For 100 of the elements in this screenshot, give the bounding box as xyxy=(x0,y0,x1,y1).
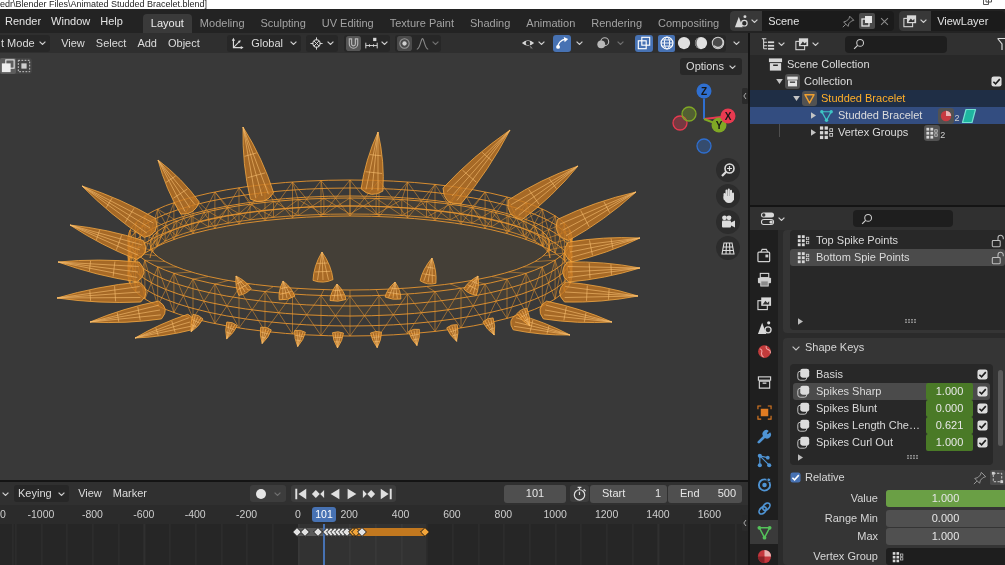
shading-mode-button[interactable] xyxy=(675,34,692,52)
editor-type-dropdown[interactable] xyxy=(758,210,787,227)
filter-icon[interactable] xyxy=(997,37,1005,51)
disclosure-triangle-icon[interactable] xyxy=(792,96,800,101)
search-field[interactable] xyxy=(853,210,953,227)
keyframe-icon[interactable] xyxy=(357,527,367,537)
vertex-group-icon[interactable] xyxy=(924,124,941,141)
shape-key-name[interactable]: Spikes Length Che… xyxy=(816,418,920,433)
keyframe-icon[interactable] xyxy=(292,527,302,537)
current-frame-indicator[interactable]: 101 xyxy=(312,507,336,522)
resize-grip-icon[interactable] xyxy=(905,319,916,323)
checkbox[interactable] xyxy=(790,472,801,483)
square-vertices-icon[interactable] xyxy=(990,470,1005,485)
shape-key-name[interactable]: Spikes Blunt xyxy=(816,401,878,416)
keyframe-icon[interactable] xyxy=(313,527,323,537)
disclosure-triangle-icon[interactable] xyxy=(810,112,816,119)
axis-handle[interactable] xyxy=(720,108,736,124)
outliner-item[interactable]: Studded Bracelet xyxy=(838,108,923,123)
panel-collapse-icon[interactable] xyxy=(792,345,800,351)
shading-mode-button[interactable] xyxy=(709,34,726,52)
menu-item[interactable]: Object xyxy=(162,34,206,52)
keyframe-icon[interactable] xyxy=(420,527,430,537)
shape-key-name[interactable]: Spikes Sharp xyxy=(816,384,882,399)
scrollbar-thumb[interactable] xyxy=(998,370,1003,446)
gizmo-toggle[interactable] xyxy=(553,34,571,52)
proportional-editing-toggle[interactable] xyxy=(395,34,415,52)
checkbox[interactable] xyxy=(977,386,988,397)
outliner-item[interactable]: Vertex Groups xyxy=(838,125,909,140)
number-field[interactable]: 0.000 xyxy=(886,510,1005,527)
menu-item[interactable]: Marker xyxy=(107,485,153,502)
outliner-item[interactable]: Collection xyxy=(804,74,853,89)
workspace-tab[interactable]: Modeling xyxy=(191,14,253,33)
menu-item[interactable]: Help xyxy=(95,9,128,33)
shape-key-value-field[interactable]: 1.000 xyxy=(926,383,973,400)
workspace-tab[interactable]: Shading xyxy=(461,14,519,33)
checkbox[interactable] xyxy=(991,76,1002,87)
vertex-group-name[interactable]: Bottom Spie Points xyxy=(816,250,910,265)
shading-mode-button[interactable] xyxy=(658,34,675,52)
material-sphere-icon[interactable] xyxy=(938,107,955,124)
negative-axis-handle[interactable] xyxy=(696,138,712,154)
outliner-item[interactable]: Studded Bracelet xyxy=(821,91,906,106)
filter-dropdown[interactable] xyxy=(793,35,821,53)
workspace-tab[interactable]: Animation xyxy=(518,14,584,33)
vertex-group-name[interactable]: Top Spike Points xyxy=(816,233,898,248)
play-icon[interactable] xyxy=(345,486,359,501)
shape-key-value-field[interactable]: 0.621 xyxy=(926,417,973,434)
jump-to-start-icon[interactable] xyxy=(294,486,308,501)
dropdown-menu-button[interactable]: Keying xyxy=(14,485,69,502)
unlocked-icon[interactable] xyxy=(991,250,1005,265)
workspace-tab[interactable]: Rendering xyxy=(583,14,650,33)
scene-browse-button[interactable] xyxy=(730,11,763,31)
checkbox[interactable] xyxy=(977,403,988,414)
shape-key-name[interactable]: Basis xyxy=(816,367,843,382)
disclosure-triangle-icon[interactable] xyxy=(775,79,783,84)
camera-icon[interactable] xyxy=(716,210,740,234)
start-frame-field[interactable]: Start 1 xyxy=(590,484,667,503)
current-frame-field[interactable]: 101 xyxy=(504,484,566,503)
search-field[interactable] xyxy=(886,548,1005,565)
menu-item[interactable]: View xyxy=(55,34,91,52)
number-field[interactable]: 1.000 xyxy=(886,528,1005,545)
display-mode-dropdown[interactable] xyxy=(759,35,787,53)
hand-icon[interactable] xyxy=(716,184,740,208)
resize-grip-icon[interactable] xyxy=(907,455,918,459)
negative-axis-handle[interactable] xyxy=(672,115,688,131)
menu-item[interactable]: Render xyxy=(0,9,47,33)
checkbox[interactable] xyxy=(977,369,988,380)
keyframe-icon[interactable] xyxy=(342,527,352,537)
checkbox[interactable] xyxy=(977,420,988,431)
keyframe-icon[interactable] xyxy=(300,527,310,537)
expand-triangle-icon[interactable] xyxy=(798,453,803,461)
close-icon[interactable] xyxy=(879,15,891,27)
search-field[interactable] xyxy=(845,35,947,53)
play-reverse-icon[interactable] xyxy=(328,486,342,501)
perspective-grid-icon[interactable] xyxy=(716,236,740,260)
window-restore-icon[interactable] xyxy=(983,0,992,5)
snap-toggle[interactable] xyxy=(344,34,364,52)
panel-title[interactable]: Shape Keys xyxy=(805,341,865,355)
expand-triangle-icon[interactable] xyxy=(798,317,803,325)
menu-item[interactable]: Window xyxy=(46,9,96,33)
view-layer-browse-button[interactable] xyxy=(899,11,932,31)
workspace-tab[interactable]: Layout xyxy=(142,14,192,33)
shape-key-value-field[interactable]: 0.000 xyxy=(926,400,973,417)
pin-icon[interactable] xyxy=(842,14,856,28)
pivot-point-dropdown[interactable] xyxy=(306,34,339,52)
duplicate-icon[interactable] xyxy=(859,13,876,29)
menu-item[interactable]: Select xyxy=(90,34,132,52)
view-layer-name-field[interactable]: ViewLayer xyxy=(931,11,1005,31)
select-mode-button[interactable] xyxy=(16,58,32,74)
menu-item[interactable]: Add xyxy=(131,34,163,52)
sidebar-toggle-icon[interactable] xyxy=(742,88,748,104)
stopwatch-toggle[interactable] xyxy=(570,485,589,502)
zoom-in-icon[interactable] xyxy=(716,158,740,182)
end-frame-field[interactable]: End 500 xyxy=(668,484,742,503)
scene-name-field[interactable]: Scene xyxy=(762,11,843,31)
menu-item[interactable]: View xyxy=(72,485,108,502)
pin-icon[interactable] xyxy=(973,470,987,485)
axis-handle[interactable] xyxy=(696,83,712,99)
transform-orientation-dropdown[interactable]: Global xyxy=(227,34,302,52)
negative-axis-handle[interactable] xyxy=(681,106,697,122)
disclosure-triangle-icon[interactable] xyxy=(810,129,816,136)
